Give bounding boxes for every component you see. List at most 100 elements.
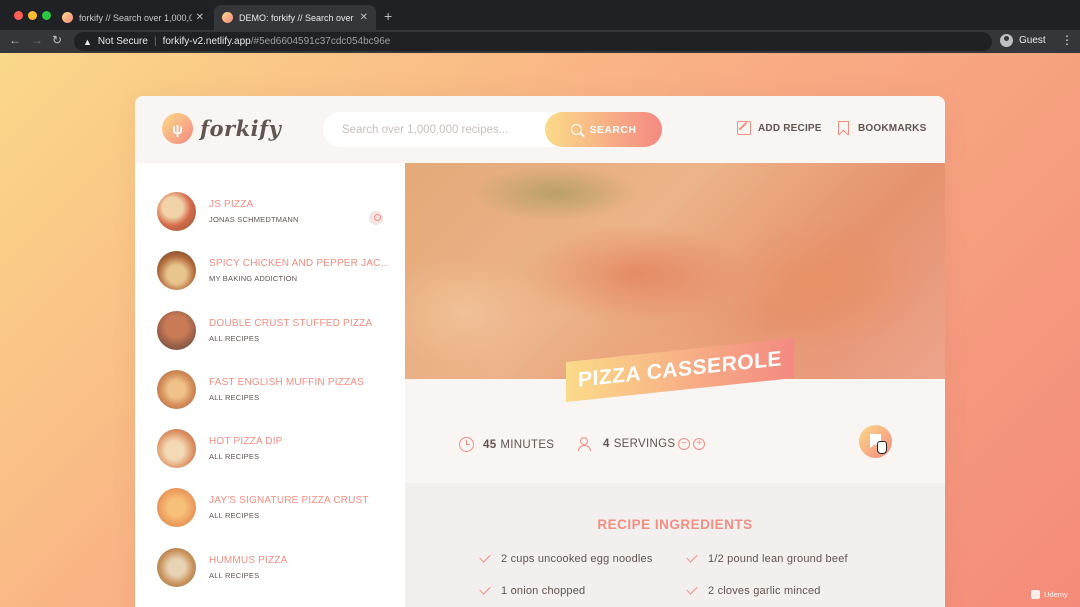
minimize-window-button[interactable] <box>28 11 37 20</box>
browser-tab-forkify[interactable]: forkify // Search over 1,000,000 recipes… <box>54 5 212 30</box>
browser-tab-demo[interactable]: DEMO: forkify // Search over 1,000,000 r… <box>214 5 376 30</box>
ingredient-text: 1 onion chopped <box>501 585 586 597</box>
udemy-watermark: Udemy <box>1031 590 1068 599</box>
result-publisher: JONAS SCHMEDTMANN <box>209 215 299 224</box>
cooking-time: 45 MINUTES <box>459 437 554 452</box>
udemy-logo-icon <box>1031 590 1040 599</box>
result-title: JAY'S SIGNATURE PIZZA CRUST <box>209 495 369 507</box>
search-input[interactable] <box>323 112 553 147</box>
decrease-servings-button[interactable]: − <box>678 438 691 450</box>
maximize-window-button[interactable] <box>42 11 51 20</box>
page-background: ψ forkify SEARCH ADD RECIPE BOOKMARKS <box>0 53 1080 607</box>
recipe-view: PIZZA CASSEROLE 45 MINUTES 4 SERVINGS − … <box>405 163 945 607</box>
result-title: SPICY CHICKEN AND PEPPER JAC... <box>209 258 390 270</box>
warning-triangle-icon[interactable]: ▲ <box>83 37 92 47</box>
cooking-time-value: 45 <box>483 438 497 451</box>
recipe-thumbnail <box>157 547 196 587</box>
recipe-image-overlay <box>405 163 945 379</box>
browser-tab-bar: forkify // Search over 1,000,000 recipes… <box>0 0 1080 30</box>
result-publisher: ALL RECIPES <box>209 570 260 580</box>
ingredient-item: 1 onion chopped <box>479 583 586 597</box>
user-generated-icon <box>369 211 383 225</box>
close-window-button[interactable] <box>14 11 23 20</box>
recipe-thumbnail <box>157 192 196 231</box>
logo[interactable]: ψ forkify <box>162 113 281 144</box>
app-container: ψ forkify SEARCH ADD RECIPE BOOKMARKS <box>135 96 945 607</box>
search-button[interactable]: SEARCH <box>545 112 662 147</box>
security-label[interactable]: Not Secure <box>98 36 148 47</box>
url-path[interactable]: /#5ed6604591c37cdc054bc96e <box>251 36 391 47</box>
recipe-thumbnail <box>157 488 196 528</box>
hand-cursor-icon <box>877 441 887 454</box>
recipe-thumbnail <box>157 429 196 469</box>
forkify-favicon-icon <box>62 12 73 23</box>
result-publisher: ALL RECIPES <box>209 333 260 343</box>
clock-icon <box>459 437 474 452</box>
bookmarks-button[interactable]: BOOKMARKS <box>838 121 926 135</box>
ingredient-text: 1/2 pound lean ground beef <box>708 553 848 565</box>
result-title: DOUBLE CRUST STUFFED PIZZA <box>209 317 373 329</box>
result-item[interactable]: JAY'S SIGNATURE PIZZA CRUST ALL RECIPES <box>135 488 405 547</box>
result-title: HUMMUS PIZZA <box>209 554 288 566</box>
reload-icon[interactable]: ↻ <box>52 33 62 47</box>
recipe-ingredients: RECIPE INGREDIENTS 2 cups uncooked egg n… <box>405 483 945 607</box>
search-icon <box>570 124 582 135</box>
increase-servings-button[interactable]: + <box>693 438 706 450</box>
logo-text: forkify <box>200 116 282 141</box>
bookmark-icon <box>838 121 849 135</box>
servings-unit: SERVINGS <box>613 438 676 450</box>
add-recipe-button[interactable]: ADD RECIPE <box>737 121 822 135</box>
tab-title: DEMO: forkify // Search over 1,000,000 r… <box>239 12 356 23</box>
servings: 4 SERVINGS − + <box>578 437 706 451</box>
ingredient-text: 2 cups uncooked egg noodles <box>501 553 653 565</box>
forkify-favicon-icon <box>222 12 233 23</box>
result-item[interactable]: JS PIZZA JONAS SCHMEDTMANN <box>135 192 405 251</box>
recipe-thumbnail <box>157 251 196 291</box>
recipe-details: 45 MINUTES 4 SERVINGS − + <box>405 379 945 483</box>
ingredient-item: 2 cloves garlic minced <box>686 583 821 597</box>
ingredient-text: 2 cloves garlic minced <box>708 585 821 597</box>
app-header: ψ forkify SEARCH ADD RECIPE BOOKMARKS <box>135 96 945 163</box>
forward-arrow-icon[interactable]: → <box>31 33 43 47</box>
bookmark-recipe-button[interactable] <box>859 425 892 458</box>
search-results-list: JS PIZZA JONAS SCHMEDTMANN SPICY CHICKEN… <box>135 163 405 607</box>
tab-title: forkify // Search over 1,000,000 recipes <box>79 12 192 23</box>
result-item[interactable]: FAST ENGLISH MUFFIN PIZZAS ALL RECIPES <box>135 369 405 429</box>
cooking-time-unit: MINUTES <box>500 438 555 451</box>
ingredients-heading: RECIPE INGREDIENTS <box>597 517 753 532</box>
edit-icon <box>737 121 751 135</box>
servings-value: 4 <box>603 438 610 450</box>
result-item[interactable]: HUMMUS PIZZA ALL RECIPES <box>135 547 405 607</box>
new-tab-button[interactable]: + <box>384 8 392 24</box>
result-title: JS PIZZA <box>209 199 254 210</box>
result-item[interactable]: SPICY CHICKEN AND PEPPER JAC... MY BAKIN… <box>135 251 405 310</box>
address-bar[interactable]: ▲ Not Secure | forkify-v2.netlify.app /#… <box>74 32 992 51</box>
recipe-thumbnail <box>157 310 196 350</box>
close-tab-icon[interactable]: ✕ <box>192 12 204 23</box>
result-item[interactable]: HOT PIZZA DIP ALL RECIPES <box>135 429 405 488</box>
result-publisher: ALL RECIPES <box>209 392 260 402</box>
result-publisher: MY BAKING ADDICTION <box>209 274 298 284</box>
url-host[interactable]: forkify-v2.netlify.app <box>163 36 251 47</box>
close-tab-icon[interactable]: ✕ <box>356 12 368 23</box>
ingredient-item: 2 cups uncooked egg noodles <box>479 551 653 565</box>
browser-toolbar: ← → ↻ ▲ Not Secure | forkify-v2.netlify.… <box>0 30 1080 53</box>
add-recipe-label: ADD RECIPE <box>758 122 822 134</box>
recipe-thumbnail <box>157 369 196 409</box>
address-divider: | <box>153 36 157 47</box>
watermark-text: Udemy <box>1044 590 1068 599</box>
result-title: HOT PIZZA DIP <box>209 436 283 448</box>
check-icon <box>479 551 491 563</box>
check-icon <box>686 583 698 595</box>
check-icon <box>479 583 491 595</box>
recipe-image <box>405 163 945 379</box>
profile-button[interactable]: Guest <box>1000 34 1046 47</box>
check-icon <box>686 551 698 563</box>
result-item[interactable]: DOUBLE CRUST STUFFED PIZZA ALL RECIPES <box>135 310 405 370</box>
profile-avatar-icon <box>1000 34 1013 47</box>
users-icon <box>578 437 594 451</box>
fork-knife-icon: ψ <box>162 113 193 144</box>
search-form: SEARCH <box>323 112 662 147</box>
browser-menu-icon[interactable]: ⋮ <box>1061 33 1073 47</box>
back-arrow-icon[interactable]: ← <box>9 33 21 47</box>
